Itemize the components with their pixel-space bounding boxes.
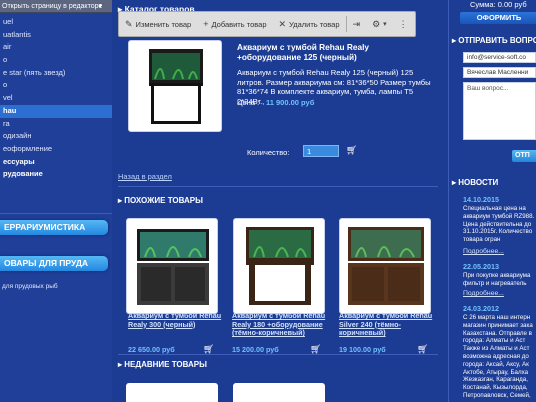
recent-products-title: ▸ НЕДАВНИЕ ТОВАРЫ — [118, 360, 207, 369]
editor-toolbar: ✎ Изменить товар + Добавить товар ✕ Удал… — [118, 11, 416, 37]
similar-product-link[interactable]: Аквариум с тумбой Rehau Realy 180 +обору… — [232, 311, 328, 338]
send-question-button[interactable]: ОТП — [512, 150, 536, 162]
terrarium-button[interactable]: ЕРРАРИУМИСТИКА — [0, 220, 108, 235]
category-item[interactable]: uel — [0, 16, 112, 29]
ponds-button[interactable]: ОВАРЫ ДЛЯ ПРУДА — [0, 256, 108, 271]
pencil-icon: ✎ — [125, 18, 133, 29]
question-textarea[interactable]: Ваш вопрос... — [463, 82, 536, 140]
category-item[interactable]: одизайн — [0, 130, 112, 143]
price-label: Цена : — [237, 98, 260, 107]
category-item[interactable]: o — [0, 54, 112, 67]
news-text: При покупке аквариума фильтр и нагревате… — [463, 272, 531, 287]
news-more-link[interactable]: Подробнее... — [463, 248, 504, 255]
edit-product-button[interactable]: ✎ Изменить товар — [119, 12, 197, 36]
category-item[interactable]: vel — [0, 92, 112, 105]
quantity-input[interactable]: 1 — [303, 145, 339, 157]
similar-product-price: 19 100.00 руб — [339, 345, 386, 354]
chevron-down-icon: ▾ — [98, 3, 102, 10]
news-more-link[interactable]: Подробнее... — [463, 290, 504, 297]
aquarium-image — [246, 227, 314, 305]
recent-products-label: НЕДАВНИЕ ТОВАРЫ — [124, 360, 207, 369]
similar-product-image[interactable] — [233, 218, 325, 314]
category-item[interactable]: uatlantis — [0, 29, 112, 42]
product-price: 11 900.00 руб — [266, 98, 315, 107]
category-item[interactable]: o — [0, 79, 112, 92]
news-text: С 26 марта наш интерн магазин принимает … — [463, 314, 533, 399]
category-item[interactable]: ессуары — [0, 156, 112, 169]
similar-product-link[interactable]: Аквариум с тумбой Rehau Silver 240 (тёмн… — [339, 311, 435, 338]
open-editor-label: Открыть страницу в редакторе — [2, 3, 103, 10]
category-item[interactable]: e star (пять звезд) — [0, 67, 112, 80]
dots-icon: ⋮ — [398, 18, 408, 29]
name-field[interactable]: Вячеслав Масленни — [463, 67, 536, 78]
divider — [0, 213, 112, 214]
similar-product-price: 15 200.00 руб — [232, 345, 279, 354]
similar-product-image[interactable] — [339, 218, 431, 314]
gear-icon: ⚙ — [372, 18, 381, 29]
news-date: 22.05.2013 — [463, 262, 499, 271]
category-item[interactable]: ra — [0, 118, 112, 131]
arrow-right-icon: ⇥ — [352, 18, 361, 29]
similar-product-image[interactable] — [126, 218, 218, 314]
category-item[interactable]: рудование — [0, 168, 112, 181]
news-title: ▸ НОВОСТИ — [452, 178, 498, 187]
ask-question-label: ОТПРАВИТЬ ВОПРОС — [458, 36, 536, 45]
news-date: 14.10.2015 — [463, 195, 499, 204]
drag-handle[interactable]: ⋮ — [393, 12, 414, 36]
divider — [118, 186, 438, 187]
aquarium-image — [348, 227, 424, 305]
email-field[interactable]: info@service-soft.co — [463, 52, 536, 63]
news-text: Специальная цена на аквариум тумбой RZ98… — [463, 205, 535, 244]
close-icon: ✕ — [278, 18, 287, 29]
delete-product-button[interactable]: ✕ Удалить товар — [273, 12, 346, 36]
add-to-cart-icon[interactable]: 🛒︎ — [346, 145, 357, 156]
product-title: Аквариум с тумбой Rehau Realy +оборудова… — [237, 42, 369, 62]
delete-product-label: Удалить товар — [289, 19, 340, 29]
chevron-down-icon: ▾ — [383, 21, 387, 28]
aquarium-image — [149, 49, 203, 124]
similar-product-price: 22 650.00 руб — [128, 345, 175, 354]
category-list: uel uatlantis air o e star (пять звезд) … — [0, 16, 112, 181]
quantity-label: Количество: — [247, 148, 290, 157]
similar-products-title: ▸ ПОХОЖИЕ ТОВАРЫ — [118, 196, 203, 205]
ponds-subtext[interactable]: для прудовых рыб — [2, 283, 58, 290]
divider — [118, 354, 438, 355]
category-item-active[interactable]: hau — [0, 104, 112, 118]
add-product-button[interactable]: + Добавить товар — [197, 12, 272, 36]
add-product-label: Добавить товар — [211, 19, 267, 29]
recent-product-image[interactable] — [126, 383, 218, 402]
checkout-button[interactable]: ОФОРМИТЬ — [460, 12, 536, 24]
news-label: НОВОСТИ — [458, 178, 499, 187]
aquarium-image — [137, 229, 209, 305]
similar-product-link[interactable]: Аквариум с тумбой Rehau Realy 300 (черны… — [128, 311, 224, 329]
category-item[interactable]: еоформление — [0, 143, 112, 156]
category-item[interactable]: air — [0, 41, 112, 54]
move-button[interactable]: ⇥ — [347, 12, 367, 36]
product-image[interactable] — [128, 40, 222, 132]
back-to-section-link[interactable]: Назад в раздел — [118, 172, 172, 181]
plus-icon: + — [203, 19, 209, 29]
recent-product-image[interactable] — [233, 383, 325, 402]
settings-button[interactable]: ⚙ ▾ — [366, 12, 393, 36]
ask-question-title: ▸ ОТПРАВИТЬ ВОПРОС — [452, 36, 536, 45]
edit-product-label: Изменить товар — [135, 19, 192, 29]
cart-sum: Сумма: 0.00 руб — [470, 0, 527, 9]
news-date: 24.03.2012 — [463, 304, 499, 313]
left-sidebar: uel uatlantis air o e star (пять звезд) … — [0, 0, 112, 402]
similar-products-label: ПОХОЖИЕ ТОВАРЫ — [124, 196, 203, 205]
open-editor-bar[interactable]: Открыть страницу в редакторе ▾ — [0, 0, 112, 13]
